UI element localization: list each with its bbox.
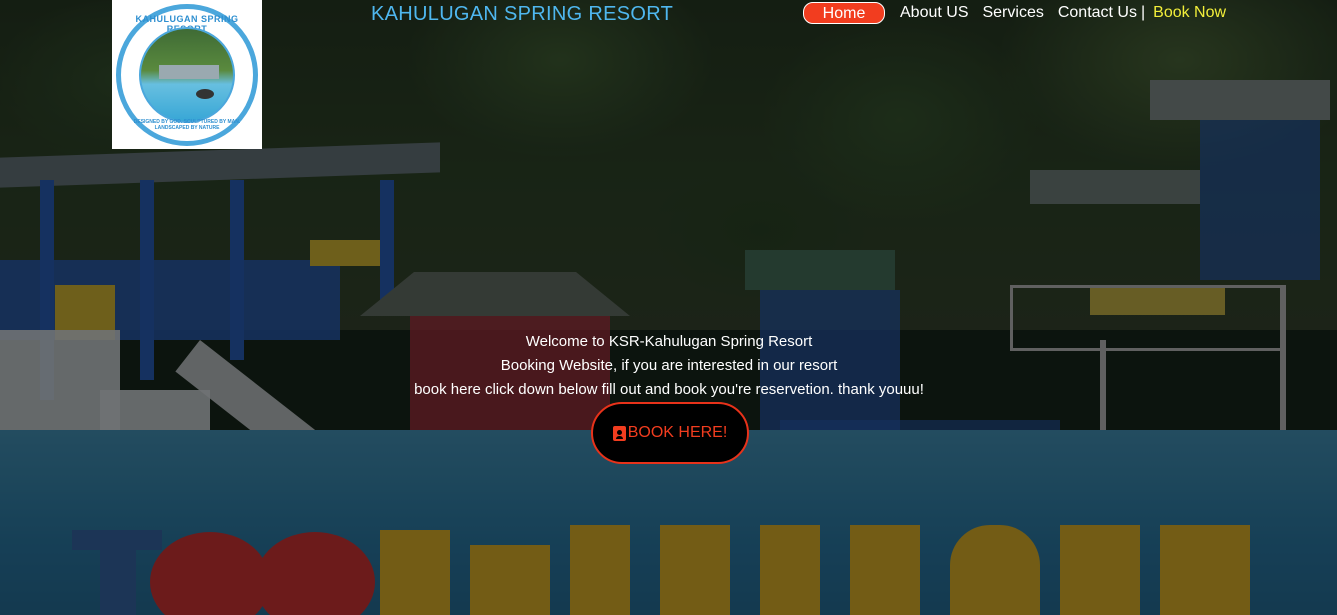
welcome-line-1: Welcome to KSR-Kahulugan Spring Resort: [525, 333, 813, 350]
nav-separator: |: [1140, 4, 1146, 21]
nav-contact[interactable]: Contact Us: [1058, 4, 1137, 22]
welcome-line-2: Booking Website, if you are interested i…: [500, 357, 838, 374]
resort-logo[interactable]: KAHULUGAN SPRING RESORT DESIGNED BY GOD.…: [112, 0, 262, 149]
nav-book-now[interactable]: Book Now: [1153, 4, 1226, 22]
site-title: KAHULUGAN SPRING RESORT: [371, 3, 674, 25]
address-book-icon: [612, 425, 626, 441]
book-here-button[interactable]: BOOK HERE!: [591, 402, 749, 464]
book-here-label: BOOK HERE!: [627, 424, 728, 441]
welcome-message: Welcome to KSR-Kahulugan Spring Resort B…: [300, 330, 1038, 402]
nav-home[interactable]: Home: [803, 2, 885, 24]
nav-about[interactable]: About US: [900, 4, 968, 22]
logo-photo: [139, 26, 235, 123]
main-nav: Home About US Services Contact Us | Book…: [803, 1, 1226, 25]
logo-ring: KAHULUGAN SPRING RESORT DESIGNED BY GOD.…: [116, 3, 258, 146]
nav-services[interactable]: Services: [982, 4, 1043, 22]
logo-bottom-text: DESIGNED BY GOD. SCULPTURED BY MAN. LAND…: [133, 118, 241, 131]
welcome-line-3: book here click down below fill out and …: [414, 381, 924, 398]
